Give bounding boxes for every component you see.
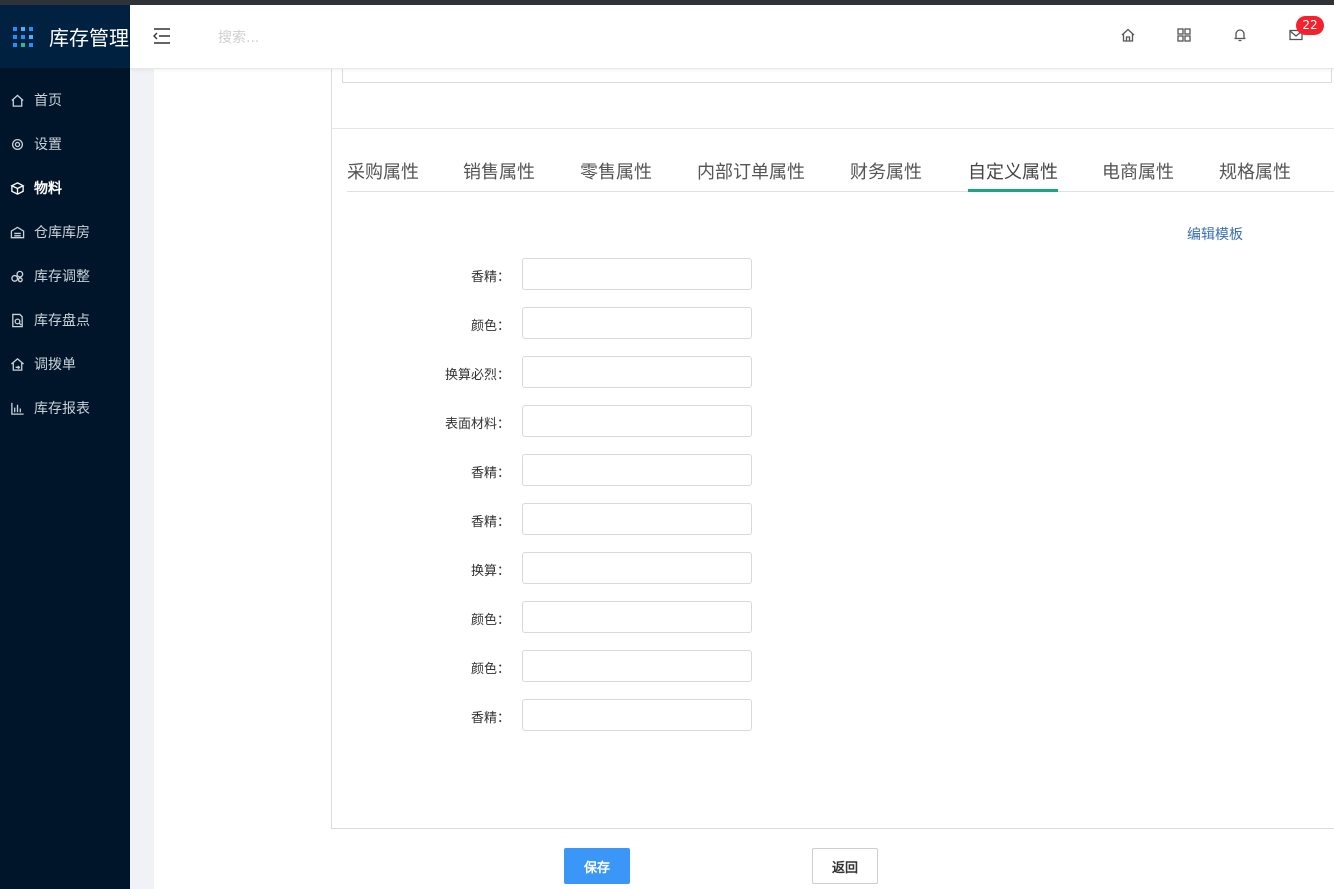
search-input[interactable] [218, 25, 438, 51]
field-input-essence[interactable] [522, 258, 752, 290]
section-divider [331, 128, 1334, 129]
tab-finance[interactable]: 财务属性 [850, 158, 922, 191]
sidebar-item-label: 设置 [34, 137, 62, 153]
save-button[interactable]: 保存 [564, 848, 630, 884]
tab-purchase[interactable]: 采购属性 [347, 158, 419, 191]
field-input-essence-2[interactable] [522, 454, 752, 486]
inventory-check-icon [9, 312, 25, 328]
field-label: 香精： [470, 711, 510, 726]
field-input-conversion[interactable] [522, 356, 752, 388]
field-input-surface-material[interactable] [522, 405, 752, 437]
field-label: 换算： [470, 564, 510, 579]
field-input-color-3[interactable] [522, 650, 752, 682]
field-label: 香精： [470, 515, 510, 530]
sidebar-item-label: 调拨单 [34, 357, 76, 373]
warehouse-icon [9, 224, 25, 240]
field-input-essence-3[interactable] [522, 503, 752, 535]
app-grid-logo-icon [13, 26, 33, 47]
sidebar-item-label: 库存盘点 [34, 313, 90, 329]
sidebar-item-warehouse[interactable]: 仓库库房 [0, 210, 130, 254]
sidebar-item-stock-adjust[interactable]: 库存调整 [0, 254, 130, 298]
brand[interactable]: 库存管理 [0, 5, 130, 68]
sidebar-item-stock-check[interactable]: 库存盘点 [0, 298, 130, 342]
upper-panel-box [342, 69, 1332, 83]
sidebar-item-label: 库存调整 [34, 269, 90, 285]
field-input-color[interactable] [522, 307, 752, 339]
bar-chart-icon [9, 400, 25, 416]
tab-internal-order[interactable]: 内部订单属性 [697, 158, 805, 191]
transfer-icon [9, 356, 25, 372]
back-button[interactable]: 返回 [812, 848, 878, 884]
tab-sales[interactable]: 销售属性 [463, 158, 535, 191]
tab-spec[interactable]: 规格属性 [1219, 158, 1291, 191]
top-header: 22 [130, 5, 1334, 69]
sidebar-item-stock-report[interactable]: 库存报表 [0, 386, 130, 430]
tab-custom[interactable]: 自定义属性 [968, 158, 1058, 192]
mail-count-badge: 22 [1296, 16, 1324, 35]
menu-collapse-icon[interactable] [152, 27, 172, 45]
field-label: 颜色： [470, 319, 510, 334]
field-label: 表面材料： [444, 417, 510, 432]
sidebar-item-label: 首页 [34, 93, 62, 109]
sidebar-item-label: 物料 [34, 181, 62, 197]
field-input-conversion-2[interactable] [522, 552, 752, 584]
sidebar: 库存管理 首页 设置 物料 仓库库房 库存调整 库存盘点 调拨单 库存报表 [0, 5, 130, 889]
edit-template-link[interactable]: 编辑模板 [1187, 224, 1243, 244]
sidebar-item-label: 库存报表 [34, 401, 90, 417]
tab-ecommerce[interactable]: 电商属性 [1102, 158, 1174, 191]
field-label: 香精： [470, 466, 510, 481]
field-label: 换算必烈： [444, 368, 510, 383]
app-title: 库存管理 [49, 26, 129, 50]
window-top-strip [0, 0, 1334, 5]
sidebar-item-home[interactable]: 首页 [0, 78, 130, 122]
field-label: 颜色： [470, 662, 510, 677]
home-icon [9, 92, 25, 108]
field-input-essence-4[interactable] [522, 699, 752, 731]
bell-icon[interactable] [1232, 27, 1250, 45]
adjust-icon [9, 268, 25, 284]
panel-border [331, 69, 332, 829]
field-label: 香精： [470, 270, 510, 285]
gear-icon [9, 136, 25, 152]
attribute-tabs: 采购属性 销售属性 零售属性 内部订单属性 财务属性 自定义属性 电商属性 规格… [347, 150, 1334, 192]
home-icon[interactable] [1120, 27, 1138, 45]
footer-divider [331, 828, 1334, 829]
sidebar-menu: 首页 设置 物料 仓库库房 库存调整 库存盘点 调拨单 库存报表 [0, 68, 130, 430]
field-input-color-2[interactable] [522, 601, 752, 633]
sidebar-item-settings[interactable]: 设置 [0, 122, 130, 166]
sidebar-item-label: 仓库库房 [34, 225, 90, 241]
sidebar-item-materials[interactable]: 物料 [0, 166, 130, 210]
apps-grid-icon[interactable] [1176, 27, 1194, 45]
sidebar-item-transfer[interactable]: 调拨单 [0, 342, 130, 386]
box-icon [9, 180, 25, 196]
content-gutter [130, 69, 154, 889]
tab-retail[interactable]: 零售属性 [580, 158, 652, 191]
field-label: 颜色： [470, 613, 510, 628]
